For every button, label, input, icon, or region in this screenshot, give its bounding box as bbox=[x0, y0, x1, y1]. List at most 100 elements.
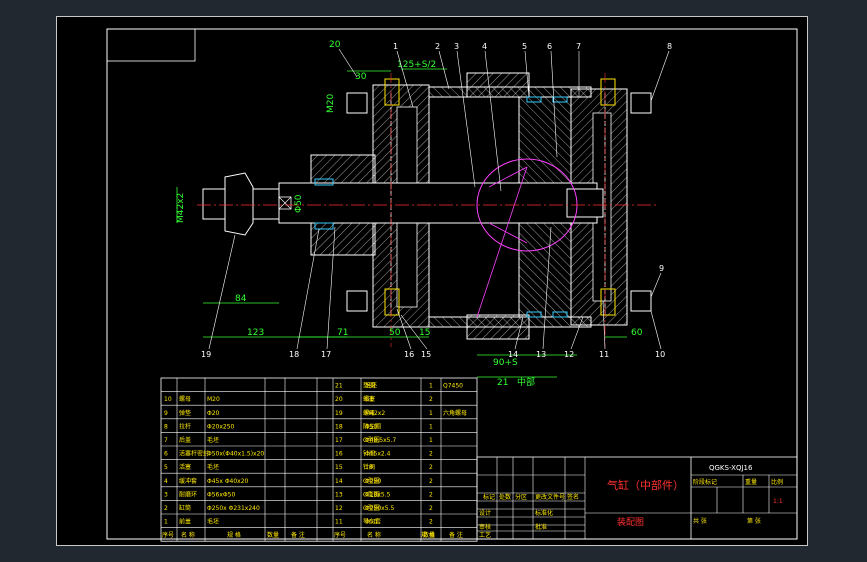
bom-left-name: 活塞杆密封 bbox=[179, 450, 209, 458]
bom-right-qty: 2 bbox=[429, 519, 433, 526]
bom-right-qty: 1 bbox=[429, 410, 433, 417]
tie-nut-br bbox=[630, 290, 652, 312]
balloon-18: 18 bbox=[289, 350, 299, 359]
bom-hdr-qty-r: 数量 bbox=[423, 531, 435, 539]
dim-84: 84 bbox=[235, 294, 247, 304]
bom-right-spec: Φ50 bbox=[365, 519, 378, 526]
bom-right-no: 14 bbox=[335, 478, 343, 485]
dim-m20: M20 bbox=[326, 94, 336, 113]
tb-label-stage: 阶段标记 bbox=[693, 478, 717, 486]
bom-left-name: 耐磨环 bbox=[179, 490, 197, 498]
bom-right-qty: 2 bbox=[429, 396, 433, 403]
bom-left-name: 前盖 bbox=[179, 518, 191, 526]
bom-hdr-note: 备 注 bbox=[291, 531, 305, 539]
piston-bottom bbox=[466, 314, 530, 340]
bom-right-no: 12 bbox=[335, 505, 343, 512]
bom-hdr-note-r: 备 注 bbox=[449, 531, 463, 539]
bom-left-name: 螺母 bbox=[179, 395, 191, 403]
bom-left-name: 缸筒 bbox=[179, 504, 191, 512]
tb-name: 气缸（中部件） bbox=[607, 478, 684, 492]
dim-21: 21 bbox=[497, 378, 508, 388]
tb-sheets-total: 共 张 bbox=[693, 517, 707, 525]
dim-stroke: 125+S/2 bbox=[397, 60, 436, 70]
bom-left-no: 5 bbox=[164, 464, 168, 471]
tb-subtitle: 装配图 bbox=[617, 516, 644, 528]
bom-left-spec: 毛坯 bbox=[207, 463, 219, 471]
tb-row-process: 工艺 bbox=[479, 531, 491, 539]
tb-label-ratio: 比例 bbox=[771, 478, 783, 486]
balloon-4: 4 bbox=[482, 42, 487, 51]
piston-rod bbox=[278, 182, 598, 224]
bom-right-spec: Φ48.5x5.7 bbox=[365, 437, 396, 444]
bom-left-name: 弹垫 bbox=[179, 409, 191, 417]
balloon-3: 3 bbox=[454, 42, 459, 51]
bom-right-qty: 2 bbox=[429, 464, 433, 471]
tb-col-mark: 标记 bbox=[483, 493, 495, 501]
bom-left-spec: Φ20x250 bbox=[207, 423, 235, 430]
bom-right-spec: Φ15x2.4 bbox=[365, 451, 391, 458]
tb-label-std: 标准化 bbox=[535, 509, 553, 517]
bom-hdr-name-r: 名 称 bbox=[367, 531, 381, 539]
tb-label-weight: 重量 bbox=[745, 478, 757, 486]
bom-right-qty: 1 bbox=[429, 423, 433, 430]
inner-frame bbox=[106, 28, 798, 540]
bom-right-no: 15 bbox=[335, 464, 343, 471]
bom-hdr-name: 名 称 bbox=[181, 531, 195, 539]
balloon-5: 5 bbox=[522, 42, 527, 51]
bom-hdr-no: 序号 bbox=[162, 531, 174, 539]
piston-top bbox=[466, 72, 530, 98]
bom-left-spec: Φ45x Φ40x20 bbox=[207, 478, 249, 485]
bom-left-no: 3 bbox=[164, 491, 168, 498]
dim-center-note: 中部 bbox=[517, 376, 535, 388]
dim-50: 50 bbox=[389, 328, 401, 338]
bom-left-name: 活塞 bbox=[179, 463, 191, 471]
bom-right-no: 19 bbox=[335, 410, 343, 417]
cylinder-section-view bbox=[197, 72, 657, 347]
bom-left-spec: Φ56xΦ50 bbox=[207, 491, 235, 498]
rod-nut bbox=[224, 172, 254, 236]
bom-hdr-qty: 数量 bbox=[267, 531, 279, 539]
dim-71: 71 bbox=[337, 328, 348, 338]
balloon-10: 10 bbox=[655, 350, 665, 359]
bom-left-spec: M20 bbox=[207, 396, 220, 403]
balloon-19: 19 bbox=[201, 350, 211, 359]
bom-right-spec: 毛坯 bbox=[365, 382, 377, 390]
bom-right-no: 13 bbox=[335, 491, 343, 498]
dim-thread: M42x2 bbox=[176, 193, 186, 223]
bom-table: 10 螺母 M209 弹垫 Φ208 拉杆 Φ20x2507 后盖 毛坯6 活塞杆密封Φ50x(Φ… bbox=[160, 377, 478, 542]
bom-right-no: 16 bbox=[335, 451, 343, 458]
bom-right-no: 18 bbox=[335, 423, 343, 430]
tb-row-review: 审核 bbox=[479, 523, 491, 531]
balloon-2: 2 bbox=[435, 42, 440, 51]
dim-123: 123 bbox=[247, 328, 264, 338]
bom-left-no: 9 bbox=[164, 410, 168, 417]
balloon-11: 11 bbox=[599, 350, 609, 359]
bom-left-no: 10 bbox=[164, 396, 172, 403]
bom-right-spec: G1 bbox=[365, 396, 374, 403]
title-block: 标记 处数 分区 更改文件号 签名 设计 审核 工艺 标准化 批准 气缸（中部件… bbox=[476, 456, 798, 540]
bom-left-name: 缓冲套 bbox=[179, 477, 197, 485]
bom-left-name: 后盖 bbox=[179, 436, 191, 444]
tb-label-approve: 批准 bbox=[535, 523, 547, 531]
bom-left-spec: 毛坯 bbox=[207, 518, 219, 526]
balloon-6: 6 bbox=[547, 42, 552, 51]
bom-left-spec: Φ20 bbox=[207, 410, 220, 417]
dim-60: 60 bbox=[631, 328, 643, 338]
tb-scale: 1:1 bbox=[773, 498, 783, 505]
tb-drawing-no: QGKS-XQJ16 bbox=[709, 464, 753, 472]
bom-hdr-spec: 规 格 bbox=[227, 531, 241, 539]
balloon-14: 14 bbox=[508, 350, 518, 359]
bom-right-spec: Φ250 bbox=[365, 478, 381, 485]
bom-left-spec: Φ50x(Φ40x1.5)x20 bbox=[207, 451, 264, 458]
balloon-13: 13 bbox=[536, 350, 546, 359]
bom-right-spec: Φ50 bbox=[365, 423, 378, 430]
balloon-1: 1 bbox=[393, 42, 398, 51]
drawing-sheet: 30 125+S/2 M20 M42x2 Φ50 84 123 71 50 15… bbox=[56, 16, 808, 546]
balloon-15: 15 bbox=[421, 350, 431, 359]
tb-sheets-current: 第 张 bbox=[747, 517, 761, 525]
tb-col-change: 更改文件号 bbox=[535, 493, 565, 501]
bom-right-no: 21 bbox=[335, 383, 343, 390]
tie-nut-tl bbox=[346, 92, 368, 114]
drawing-canvas: 30 125+S/2 M20 M42x2 Φ50 84 123 71 50 15… bbox=[106, 28, 798, 542]
balloon-7: 7 bbox=[576, 42, 581, 51]
